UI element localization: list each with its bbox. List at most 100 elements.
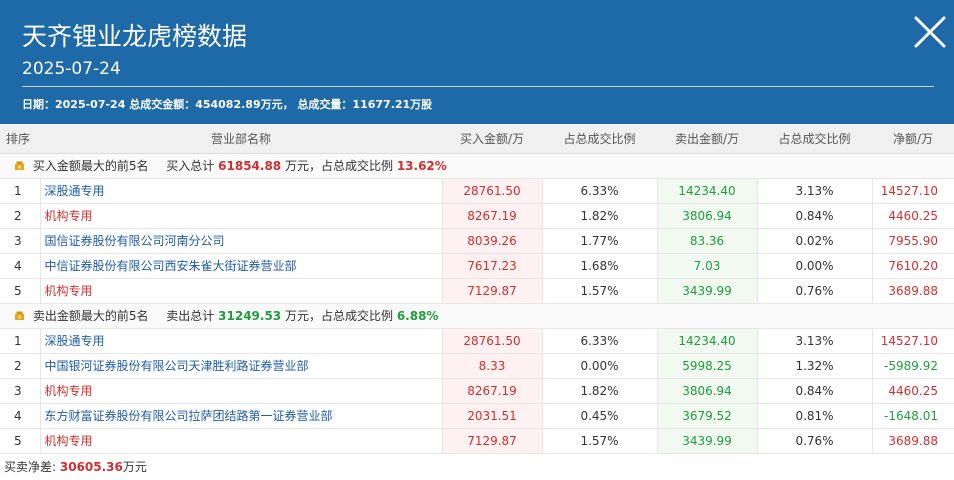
table-row: 5 机构专用 7129.87 1.57% 3439.99 0.76% 3689.…: [0, 278, 954, 304]
buy-ratio: 1.68%: [541, 253, 657, 279]
buy-amount: 7617.23: [441, 253, 542, 279]
page-title: 天齐锂业龙虎榜数据: [22, 22, 248, 51]
branch-link[interactable]: 国信证券股份有限公司河南分公司: [39, 228, 442, 254]
sell-ratio: 0.00%: [756, 253, 872, 279]
branch-link[interactable]: 机构专用: [39, 378, 442, 404]
rank: 1: [0, 328, 40, 354]
branch-link[interactable]: 中国银河证券股份有限公司天津胜利路证券营业部: [39, 353, 442, 379]
rank: 4: [0, 403, 40, 429]
table-row: 2 机构专用 8267.19 1.82% 3806.94 0.84% 4460.…: [0, 203, 954, 229]
rank: 3: [0, 378, 40, 404]
dragon-tiger-table: 排序 营业部名称 买入金额/万 占总成交比例 卖出金额/万 占总成交比例 净额/…: [0, 124, 954, 454]
buy-total-prefix: 买入总计: [166, 159, 215, 173]
table-row: 1 深股通专用 28761.50 6.33% 14234.40 3.13% 14…: [0, 328, 954, 354]
money-bag-icon: [15, 311, 24, 320]
net-amount: 4460.25: [871, 378, 954, 404]
buy-ratio: 1.82%: [541, 378, 657, 404]
buy-amount: 8039.26: [441, 228, 542, 254]
sell-amount: 3439.99: [656, 278, 757, 304]
net-amount: 3689.88: [871, 428, 954, 454]
net-amount: 7610.20: [871, 253, 954, 279]
buy-amount: 8267.19: [441, 378, 542, 404]
buy-total-unit: 万元，占总成交比例: [284, 159, 393, 173]
table-row: 1 深股通专用 28761.50 6.33% 14234.40 3.13% 14…: [0, 178, 954, 204]
sell-ratio: 0.81%: [756, 403, 872, 429]
header-divider: [22, 86, 934, 87]
sell-total-value: 31249.53: [218, 309, 282, 323]
sell-amount: 14234.40: [656, 178, 757, 204]
buy-amount: 7129.87: [441, 278, 542, 304]
buy-amount: 2031.51: [441, 403, 542, 429]
dialog-header: 天齐锂业龙虎榜数据 2025-07-24 日期：2025-07-24 总成交金额…: [0, 0, 954, 124]
sell-amount: 3439.99: [656, 428, 757, 454]
branch-link[interactable]: 深股通专用: [39, 328, 442, 354]
close-icon[interactable]: [912, 14, 948, 50]
rank: 3: [0, 228, 40, 254]
buy-ratio: 1.82%: [541, 203, 657, 229]
net-amount: -1648.01: [871, 403, 954, 429]
rank: 2: [0, 203, 40, 229]
table-row: 2 中国银河证券股份有限公司天津胜利路证券营业部 8.33 0.00% 5998…: [0, 353, 954, 379]
net-amount: 14527.10: [871, 328, 954, 354]
sell-amount: 7.03: [656, 253, 757, 279]
col-header-buy: 买入金额/万: [442, 124, 542, 154]
sell-amount: 3679.52: [656, 403, 757, 429]
sell-section-label: 卖出金额最大的前5名: [32, 309, 149, 323]
sell-ratio: 0.84%: [756, 203, 872, 229]
sell-ratio: 0.02%: [756, 228, 872, 254]
buy-ratio: 0.00%: [541, 353, 657, 379]
net-amount: -5989.92: [871, 353, 954, 379]
sell-amount: 83.36: [656, 228, 757, 254]
net-diff-value: 30605.36: [59, 459, 123, 474]
table-header-row: 排序 营业部名称 买入金额/万 占总成交比例 卖出金额/万 占总成交比例 净额/…: [0, 124, 954, 154]
branch-link[interactable]: 中信证券股份有限公司西安朱雀大街证券营业部: [39, 253, 442, 279]
sell-amount: 5998.25: [656, 353, 757, 379]
sell-ratio: 0.84%: [756, 378, 872, 404]
net-diff-label: 买卖净差:: [4, 459, 57, 474]
buy-ratio: 0.45%: [541, 403, 657, 429]
sell-total-prefix: 卖出总计: [166, 309, 215, 323]
sell-ratio: 3.13%: [756, 178, 872, 204]
buy-amount: 7129.87: [441, 428, 542, 454]
sell-ratio: 1.32%: [756, 353, 872, 379]
buy-ratio: 1.57%: [541, 428, 657, 454]
table-row: 4 东方财富证券股份有限公司拉萨团结路第一证券营业部 2031.51 0.45%…: [0, 403, 954, 429]
net-amount: 7955.90: [871, 228, 954, 254]
net-amount: 3689.88: [871, 278, 954, 304]
sell-amount: 3806.94: [656, 378, 757, 404]
buy-ratio: 6.33%: [541, 328, 657, 354]
net-difference-footer: 买卖净差: 30605.36万元: [0, 454, 954, 480]
col-header-buy-pct: 占总成交比例: [542, 124, 657, 154]
branch-link[interactable]: 深股通专用: [39, 178, 442, 204]
rank: 5: [0, 278, 40, 304]
buy-ratio: 6.33%: [541, 178, 657, 204]
sell-section-header: 卖出金额最大的前5名 卖出总计 31249.53 万元，占总成交比例 6.88%: [0, 303, 954, 329]
sell-total-ratio: 6.88%: [396, 309, 439, 323]
rank: 5: [0, 428, 40, 454]
buy-ratio: 1.77%: [541, 228, 657, 254]
table-row: 4 中信证券股份有限公司西安朱雀大街证券营业部 7617.23 1.68% 7.…: [0, 253, 954, 279]
branch-link[interactable]: 机构专用: [39, 278, 442, 304]
trade-summary: 日期：2025-07-24 总成交金额：454082.89万元， 总成交量：11…: [22, 98, 433, 111]
rank: 4: [0, 253, 40, 279]
col-header-rank: 排序: [0, 124, 40, 154]
buy-amount: 8.33: [441, 353, 542, 379]
branch-link[interactable]: 机构专用: [39, 428, 442, 454]
table-row: 3 国信证券股份有限公司河南分公司 8039.26 1.77% 83.36 0.…: [0, 228, 954, 254]
branch-link[interactable]: 东方财富证券股份有限公司拉萨团结路第一证券营业部: [39, 403, 442, 429]
col-header-name: 营业部名称: [40, 124, 442, 154]
branch-link[interactable]: 机构专用: [39, 203, 442, 229]
net-diff-unit: 万元: [122, 459, 147, 474]
col-header-sell-pct: 占总成交比例: [757, 124, 872, 154]
col-header-sell: 卖出金额/万: [657, 124, 757, 154]
money-bag-icon: [15, 161, 24, 170]
buy-amount: 28761.50: [441, 178, 542, 204]
page-date: 2025-07-24: [22, 59, 121, 79]
buy-amount: 28761.50: [441, 328, 542, 354]
rank: 1: [0, 178, 40, 204]
table-row: 3 机构专用 8267.19 1.82% 3806.94 0.84% 4460.…: [0, 378, 954, 404]
table-row: 5 机构专用 7129.87 1.57% 3439.99 0.76% 3689.…: [0, 428, 954, 454]
sell-ratio: 0.76%: [756, 428, 872, 454]
sell-ratio: 0.76%: [756, 278, 872, 304]
net-amount: 4460.25: [871, 203, 954, 229]
